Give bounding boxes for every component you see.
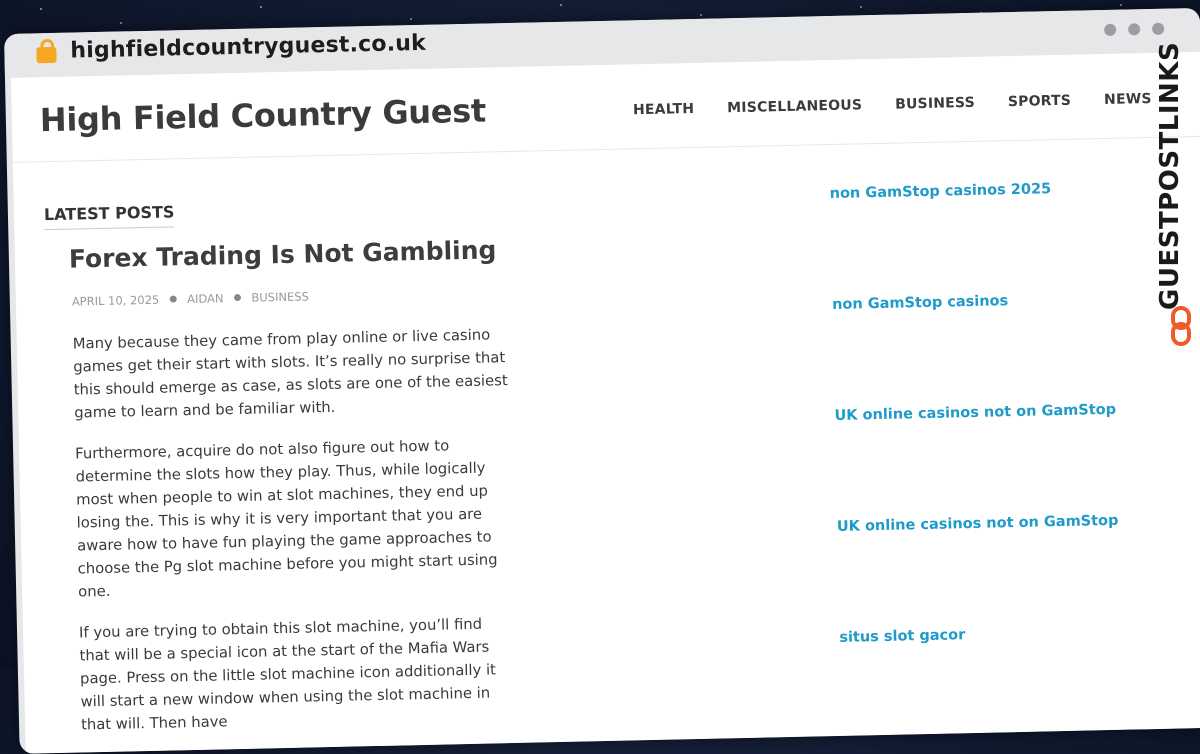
browser-window: highfieldcountryguest.co.uk High Field C… [4,7,1200,754]
window-controls [1104,22,1165,36]
star [260,6,262,8]
lock-icon [36,46,57,64]
sidebar-link[interactable]: situs slot gacor [839,627,965,646]
nav-item-business[interactable]: BUSINESS [895,95,975,113]
window-dot-icon[interactable] [1104,23,1117,36]
post-paragraph: Furthermore, acquire do not also figure … [74,437,498,601]
star [40,8,42,10]
star [120,22,122,24]
star [410,18,412,20]
post-category[interactable]: BUSINESS [251,289,309,304]
post-title[interactable]: Forex Trading Is Not Gambling [69,235,497,273]
star [860,6,862,8]
post-author[interactable]: AIDAN [187,291,224,306]
sidebar-link[interactable]: UK online casinos not on GamStop [837,513,1119,535]
window-dot-icon[interactable] [1152,22,1165,35]
web-page: High Field Country Guest HEALTH MISCELLA… [10,51,1200,754]
post-paragraph: Many because they came from play online … [72,326,508,422]
sidebar-link[interactable]: UK online casinos not on GamStop [834,402,1116,424]
sidebar-link[interactable]: non GamStop casinos [832,293,1008,313]
main-nav: HEALTH MISCELLANEOUS BUSINESS SPORTS NEW… [633,91,1152,118]
nav-item-miscellaneous[interactable]: MISCELLANEOUS [727,97,862,116]
nav-item-news[interactable]: NEWS [1104,91,1152,108]
sidebar-link[interactable]: non GamStop casinos 2025 [830,181,1052,202]
nav-item-health[interactable]: HEALTH [633,101,695,118]
star [1120,4,1122,6]
watermark-text: GUESTPOSTLINKS [1155,41,1185,310]
post-meta: APRIL 10, 2025 ● AIDAN ● BUSINESS [72,289,309,308]
section-heading: LATEST POSTS [43,202,175,231]
site-title[interactable]: High Field Country Guest [39,92,486,140]
post-date[interactable]: APRIL 10, 2025 [72,293,160,309]
post-paragraph: If you are trying to obtain this slot ma… [78,615,497,734]
nav-item-sports[interactable]: SPORTS [1008,93,1072,110]
star [560,4,562,6]
star [700,14,702,16]
bullet-separator: ● [169,294,178,305]
window-dot-icon[interactable] [1128,23,1141,36]
post-content: Many because they came from play online … [73,323,518,754]
bullet-separator: ● [233,292,242,304]
chain-link-icon [1171,306,1191,346]
address-bar[interactable]: highfieldcountryguest.co.uk [70,31,426,64]
